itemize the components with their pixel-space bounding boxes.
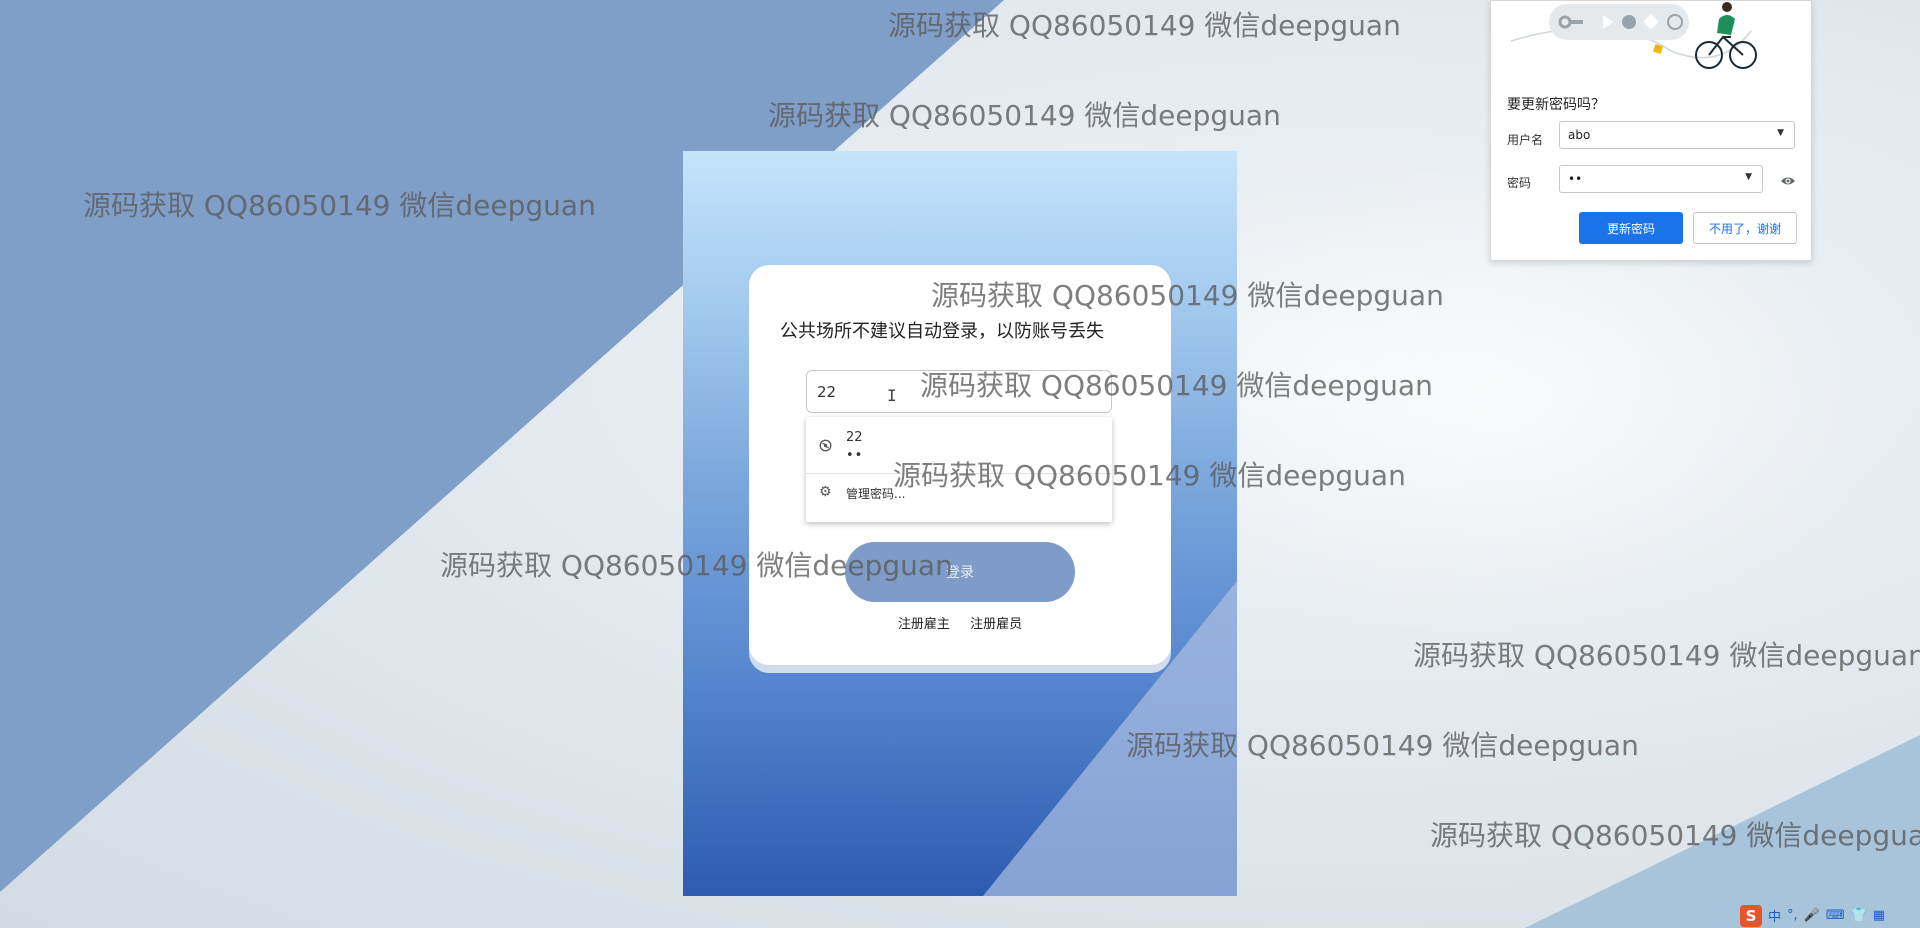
auto-login-notice: 公共场所不建议自动登录，以防账号丢失 (780, 321, 1104, 342)
username-input[interactable] (806, 370, 1112, 413)
chevron-down-icon: ▼ (1777, 128, 1784, 138)
manage-passwords-item[interactable]: ⚙ 管理密码... (806, 483, 1112, 513)
popup-password-value: •• (1568, 172, 1583, 186)
popup-password-select[interactable]: •• ▼ (1559, 165, 1763, 193)
ime-toolbox-icon[interactable]: ▦ (1873, 908, 1885, 923)
update-password-popup: 要更新密码吗？ 用户名 abo ▼ 密码 •• ▼ 更新密码 不用了，谢谢 (1490, 0, 1812, 261)
register-links: 注册雇主 注册雇员 (749, 613, 1171, 632)
no-thanks-button[interactable]: 不用了，谢谢 (1693, 212, 1797, 244)
autofill-account-item[interactable]: 22 •• (806, 417, 1112, 473)
gear-icon: ⚙ (819, 484, 832, 500)
text-cursor-icon: I (887, 386, 897, 405)
autofill-password: •• (846, 448, 864, 463)
popup-username-value: abo (1568, 128, 1591, 142)
password-label: 密码 (1507, 176, 1532, 190)
popup-username-select[interactable]: abo ▼ (1559, 121, 1795, 149)
ime-punctuation-icon[interactable]: °, (1787, 908, 1798, 923)
popup-title: 要更新密码吗？ (1507, 97, 1605, 113)
password-illustration (1510, 2, 1757, 69)
manage-passwords-label: 管理密码... (846, 487, 906, 501)
dropdown-divider (806, 473, 1112, 474)
ime-microphone-icon[interactable]: 🎤 (1804, 908, 1820, 923)
sogou-ime-logo-icon[interactable]: S (1740, 904, 1762, 927)
login-card: 公共场所不建议自动登录，以防账号丢失 I 22 •• ⚙ 管理密码... 登录 … (749, 265, 1171, 665)
username-label: 用户名 (1507, 133, 1544, 147)
ime-keyboard-icon[interactable]: ⌨ (1826, 908, 1845, 923)
register-employee-link[interactable]: 注册雇员 (970, 617, 1022, 632)
chevron-down-icon: ▼ (1745, 172, 1752, 182)
show-password-eye-icon[interactable] (1780, 173, 1796, 189)
login-button[interactable]: 登录 (845, 542, 1075, 602)
ime-tray: S 中 °, 🎤 ⌨ 👕 ▦ (1740, 903, 1920, 928)
autofill-dropdown: 22 •• ⚙ 管理密码... (806, 417, 1112, 522)
autofill-username: 22 (846, 430, 863, 445)
ime-skin-icon[interactable]: 👕 (1851, 908, 1867, 923)
update-password-button[interactable]: 更新密码 (1579, 212, 1683, 244)
key-globe-icon (819, 439, 832, 456)
ime-mode-chinese[interactable]: 中 (1768, 906, 1781, 925)
register-employer-link[interactable]: 注册雇主 (898, 617, 950, 632)
